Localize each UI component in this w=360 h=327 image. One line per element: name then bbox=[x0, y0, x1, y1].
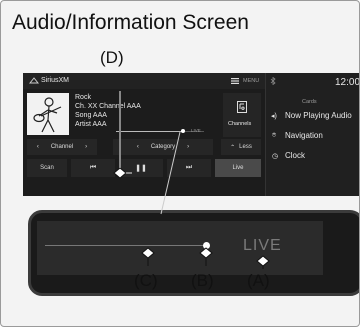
callout-d: (D) bbox=[100, 48, 124, 67]
callout-b: (B) bbox=[191, 271, 214, 290]
callout-lines bbox=[113, 91, 270, 269]
callout-c: (C) bbox=[134, 271, 158, 290]
callout-a: (A) bbox=[247, 271, 270, 290]
figure-frame: Audio/Information Screen SiriusXM MENU R… bbox=[0, 0, 360, 327]
